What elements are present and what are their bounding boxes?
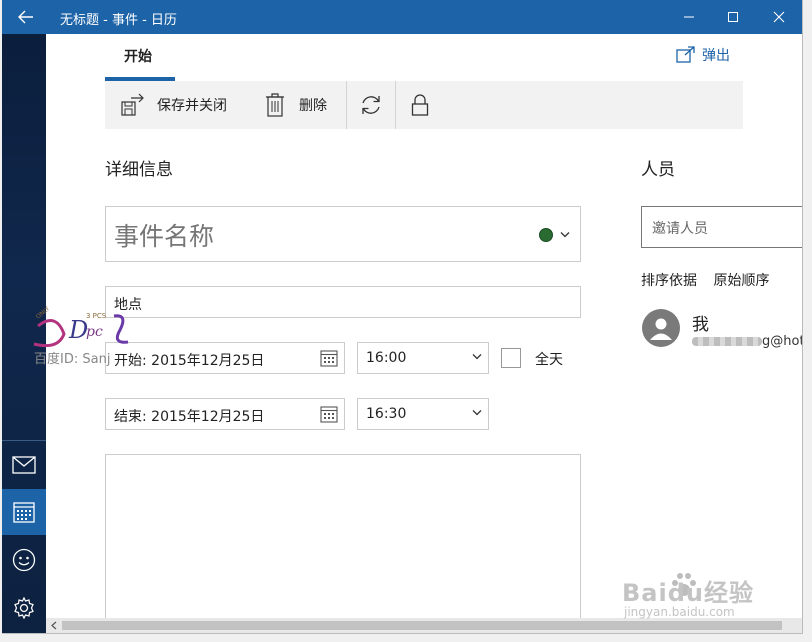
repeat-icon [362, 96, 380, 114]
chevron-down-icon [472, 410, 482, 416]
email-blur-mask [692, 336, 762, 346]
save-close-icon [121, 93, 144, 116]
sidebar-settings-button[interactable] [2, 585, 46, 631]
end-date-field[interactable]: 结束: 2015年12月25日 [105, 398, 345, 430]
command-toolbar: 保存并关闭 删除 [105, 81, 743, 129]
end-time-select[interactable]: 16:30 [357, 398, 489, 430]
title-bar: 无标题 - 事件 - 日历 [2, 0, 802, 34]
save-close-button[interactable]: 保存并关闭 [121, 81, 227, 129]
date-picker-icon[interactable] [320, 405, 338, 423]
minimize-button[interactable] [666, 0, 712, 34]
smiley-icon [12, 548, 36, 572]
date-picker-icon[interactable] [320, 349, 338, 367]
scroll-left-icon[interactable] [50, 621, 58, 630]
event-color-swatch[interactable] [539, 228, 553, 242]
svg-text:ONLY: ONLY [35, 305, 52, 320]
popout-button[interactable]: 弹出 [676, 45, 730, 65]
allday-checkbox[interactable] [501, 348, 521, 368]
minimize-icon [684, 16, 694, 18]
maximize-icon [728, 12, 738, 22]
mail-icon [12, 456, 36, 474]
gear-icon [14, 596, 34, 620]
back-button[interactable] [8, 0, 44, 34]
start-time-select[interactable]: 16:00 [357, 342, 489, 374]
baidu-logo-text: Baidu经验 [622, 579, 754, 607]
close-icon [773, 11, 785, 23]
calendar-icon [13, 502, 35, 523]
end-date-value: 2015年12月25日 [151, 409, 265, 425]
event-name-placeholder: 事件名称 [114, 222, 215, 251]
location-input[interactable]: 地点 [105, 286, 581, 318]
window-title: 无标题 - 事件 - 日历 [60, 13, 177, 28]
start-date-value: 2015年12月25日 [151, 353, 265, 369]
save-close-label: 保存并关闭 [157, 98, 227, 114]
invite-people-input[interactable]: 邀请人员 [641, 206, 802, 248]
event-notes-area[interactable] [105, 454, 581, 626]
event-name-input[interactable]: 事件名称 [105, 206, 581, 262]
repeat-button[interactable] [359, 81, 383, 129]
trash-icon [266, 93, 284, 117]
event-editor: 开始 弹出 保存并关闭 删除 详细信息 事件名称 地点 开始: 2015年12月… [46, 34, 802, 626]
maximize-button[interactable] [710, 0, 756, 34]
sidebar-divider [2, 440, 46, 441]
invite-placeholder: 邀请人员 [652, 221, 708, 237]
sort-label: 排序依据 [641, 273, 697, 289]
toolbar-divider [395, 81, 396, 129]
chevron-down-icon[interactable] [560, 231, 570, 239]
sort-order-dropdown[interactable]: 原始顺序 [713, 273, 769, 289]
sidebar-feedback-button[interactable] [2, 537, 46, 583]
people-heading: 人员 [641, 160, 675, 180]
baidu-url: jingyan.baidu.com [624, 605, 735, 619]
avatar [642, 309, 680, 347]
tab-start[interactable]: 开始 [105, 34, 175, 80]
chevron-down-icon [472, 354, 482, 360]
baidu-jingyan-watermark: Baidu经验 jingyan.baidu.com [622, 567, 802, 627]
details-heading: 详细信息 [105, 160, 173, 180]
close-button[interactable] [756, 0, 802, 34]
sidebar-mail-button[interactable] [2, 442, 46, 488]
private-button[interactable] [411, 81, 429, 129]
watermark: ONLY 3 PCS D pc 百度ID: Sanj [24, 304, 154, 367]
popout-label: 弹出 [702, 48, 730, 64]
end-time-value: 16:30 [366, 406, 407, 422]
app-window: 无标题 - 事件 - 日历 开始 弹出 保存并关闭 删除 详细信息 事件名称 地… [2, 0, 803, 634]
watermark-text: 百度ID: Sanj [34, 352, 111, 367]
lock-icon [411, 94, 429, 116]
popout-icon [676, 46, 695, 63]
start-time-value: 16:00 [366, 350, 407, 366]
svg-text:pc: pc [86, 324, 103, 340]
sort-row: 排序依据 原始顺序 [641, 270, 769, 290]
tab-start-label: 开始 [124, 49, 152, 65]
end-label: 结束: 2015年12月25日 [114, 409, 265, 425]
attendee-email: g@hotm [692, 332, 802, 350]
toolbar-divider [346, 81, 347, 129]
delete-label: 删除 [299, 98, 327, 114]
allday-label: 全天 [535, 352, 563, 368]
back-arrow-icon [18, 10, 33, 24]
svg-text:3 PCS: 3 PCS [86, 312, 107, 320]
sidebar-calendar-button[interactable] [2, 489, 46, 535]
person-icon [650, 318, 672, 340]
delete-button[interactable]: 删除 [265, 81, 327, 129]
